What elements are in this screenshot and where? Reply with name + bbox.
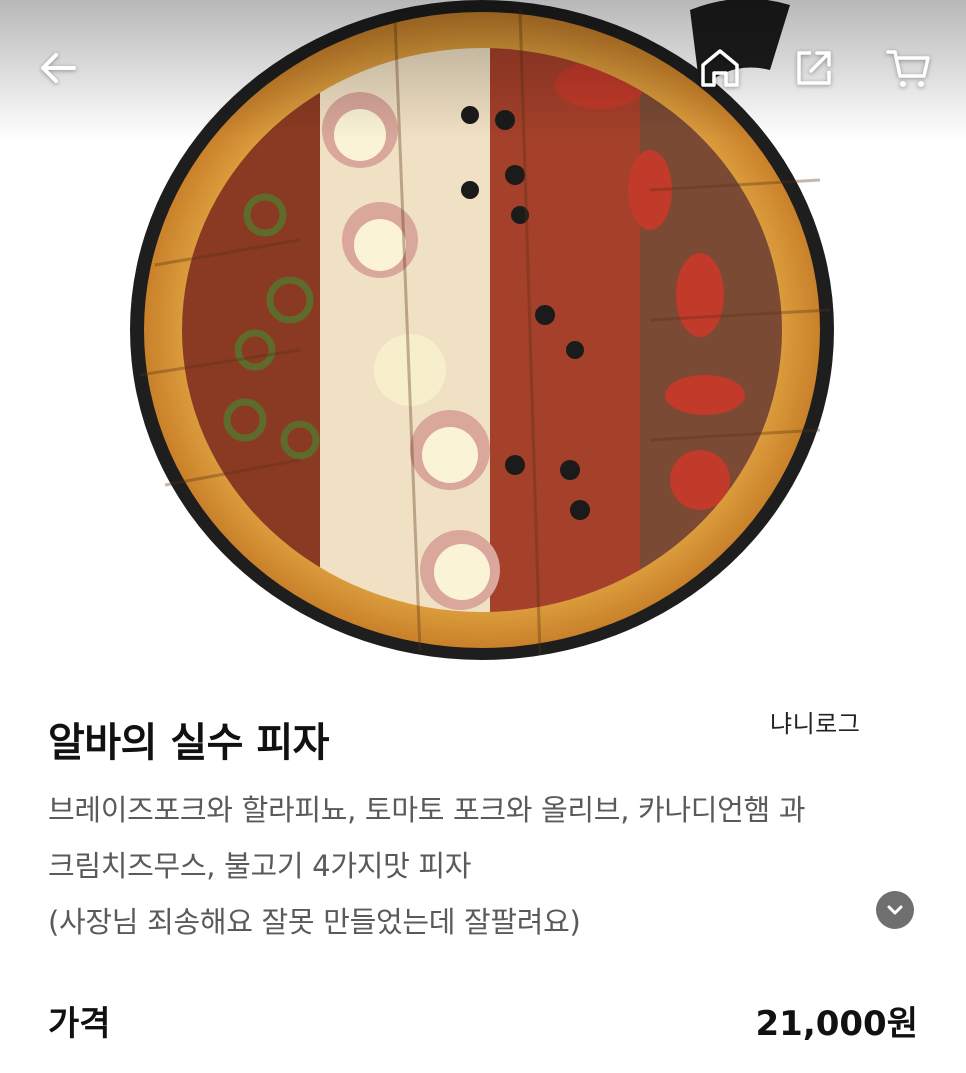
description-line: 크림치즈무스, 불고기 4가지맛 피자: [48, 849, 472, 883]
brand-label: 냐니로그: [770, 710, 861, 738]
expand-description-button[interactable]: [876, 891, 914, 929]
description-line: (사장님 죄송해요 잘못 만들었는데 잘팔려요): [48, 905, 581, 939]
share-button[interactable]: [786, 40, 842, 96]
arrow-left-icon: [41, 53, 76, 83]
product-description: 브레이즈포크와 할라피뇨, 토마토 포크와 올리브, 카나디언햄 과 크림치즈무…: [48, 782, 928, 950]
description-line: 브레이즈포크와 할라피뇨, 토마토 포크와 올리브, 카나디언햄 과: [48, 793, 806, 827]
product-title: 알바의 실수 피자: [48, 720, 329, 766]
cart-button[interactable]: [880, 40, 936, 96]
price-label: 가격: [48, 1004, 111, 1044]
cart-icon: [886, 50, 930, 87]
home-icon: [701, 49, 739, 87]
top-app-bar: [0, 0, 966, 140]
chevron-down-icon: [887, 905, 903, 915]
price-value: 21,000원: [755, 1004, 918, 1044]
share-icon: [797, 51, 831, 85]
home-button[interactable]: [692, 40, 748, 96]
back-button[interactable]: [30, 40, 86, 96]
